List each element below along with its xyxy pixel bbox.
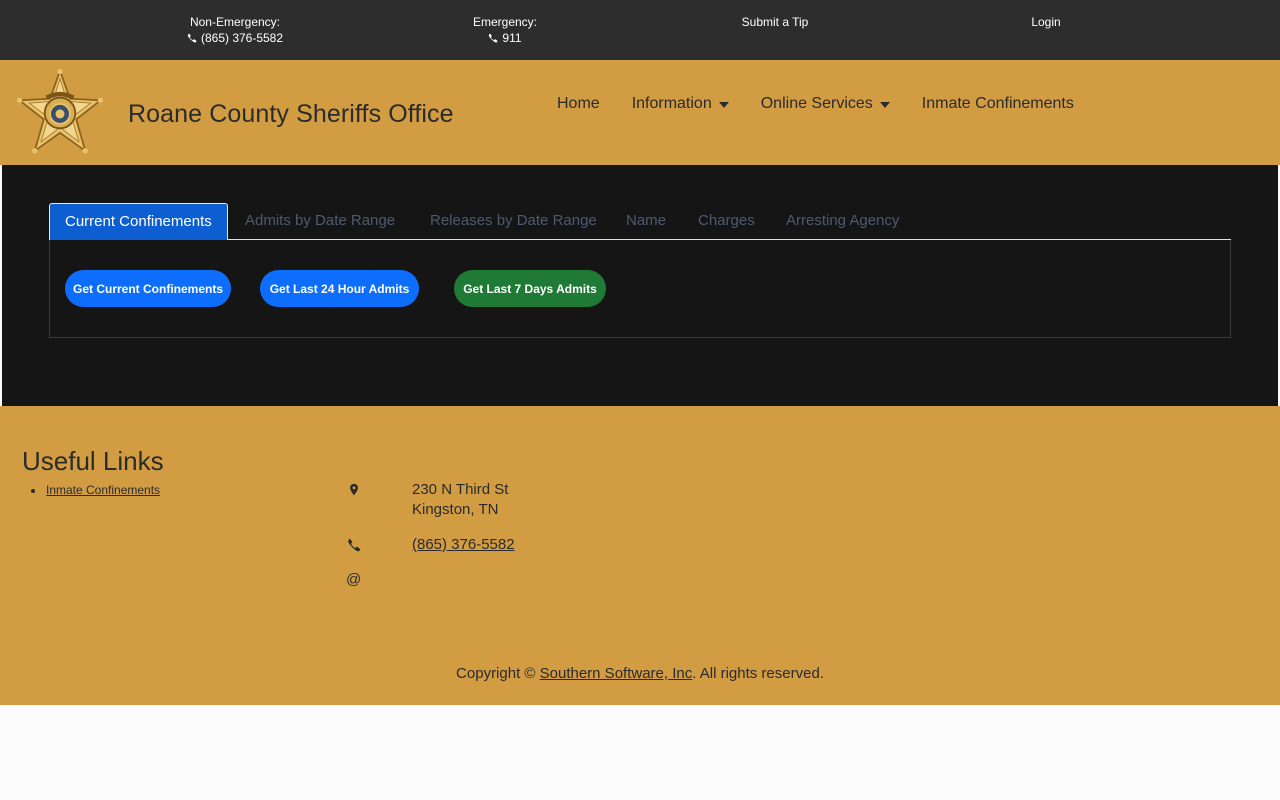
tab-arresting-agency[interactable]: Arresting Agency [771,203,914,240]
nav-online-services-label: Online Services [760,95,873,112]
nav-home[interactable]: Home [557,95,600,113]
useful-links-title: Useful Links [22,446,164,476]
login-link[interactable]: Login [1031,15,1060,29]
caret-down-icon [879,102,890,108]
tab-charges[interactable]: Charges [683,203,770,240]
sheriff-badge-logo[interactable] [14,68,106,158]
email-at-icon: @ [346,571,362,588]
get-last-7-days-admits-button[interactable]: Get Last 7 Days Admits [454,270,606,307]
emergency-phone-link[interactable]: 911 [502,30,521,46]
tab-releases-by-date-range[interactable]: Releases by Date Range [415,203,612,240]
southern-software-link[interactable]: Southern Software, Inc [540,665,693,682]
copyright-prefix: Copyright © [456,665,536,682]
footer-phone: (865) 376-5582 [412,535,515,555]
phone-icon [489,33,498,43]
search-tabs: Current Confinements Admits by Date Rang… [49,203,1231,240]
submit-tip-link[interactable]: Submit a Tip [742,15,809,29]
non-emergency-phone-link[interactable]: (865) 376-5582 [201,30,283,46]
non-emergency-contact: Non-Emergency: (865) 376-5582 [180,14,290,47]
emergency-contact: Emergency: 911 [465,14,545,47]
nav-home-label: Home [557,95,600,112]
submit-tip-cell: Submit a Tip [735,14,815,30]
caret-down-icon [718,102,729,108]
confinements-section: Current Confinements Admits by Date Rang… [2,165,1278,406]
nav-information[interactable]: Information [632,95,729,113]
address-block: 230 N Third St Kingston, TN [412,480,508,520]
list-bullet [31,489,35,493]
non-emergency-label: Non-Emergency: [189,15,281,29]
nav-online-services[interactable]: Online Services [761,95,890,113]
get-current-confinements-button[interactable]: Get Current Confinements [65,270,231,307]
tab-panel: Get Current Confinements Get Last 24 Hou… [49,240,1231,338]
tab-current-confinements[interactable]: Current Confinements [49,203,228,240]
copyright: Copyright © Southern Software, Inc. All … [0,665,1280,682]
main-nav: Home Information Online Services Inmate … [557,95,1106,113]
top-bar: Non-Emergency: (865) 376-5582 Emergency:… [0,0,1280,60]
nav-information-label: Information [631,95,712,112]
phone-icon [187,33,197,43]
get-last-24-hour-admits-button[interactable]: Get Last 24 Hour Admits [260,270,419,307]
nav-inmate-confinements-label: Inmate Confinements [921,95,1074,112]
site-header: Roane County Sheriffs Office Home Inform… [0,60,1280,165]
tab-name[interactable]: Name [611,203,681,240]
map-marker-icon [350,483,358,496]
footer-phone-link[interactable]: (865) 376-5582 [412,536,515,553]
emergency-label: Emergency: [472,15,538,29]
address-line1: 230 N Third St [412,481,509,498]
phone-icon [348,538,361,552]
tab-admits-by-date-range[interactable]: Admits by Date Range [230,203,410,240]
site-footer: Useful Links Inmate Confinements 230 N T… [0,406,1280,705]
nav-inmate-confinements[interactable]: Inmate Confinements [922,95,1074,113]
copyright-suffix: . All rights reserved. [692,665,824,682]
site-title[interactable]: Roane County Sheriffs Office [128,100,454,129]
useful-links-list: Inmate Confinements [46,483,160,497]
footer-link-inmate-confinements[interactable]: Inmate Confinements [46,483,160,497]
address-line2: Kingston, TN [412,501,499,518]
login-cell: Login [1016,14,1076,30]
